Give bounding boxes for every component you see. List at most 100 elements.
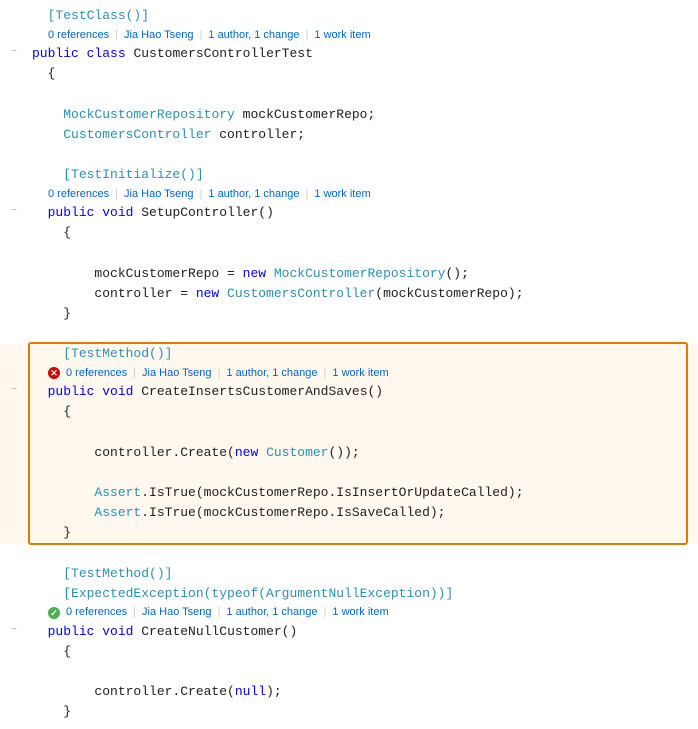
- code-line-l29: [TestMethod()]: [0, 564, 698, 584]
- gutter: [0, 423, 28, 424]
- gutter: [0, 584, 28, 585]
- gutter: [0, 223, 28, 224]
- gutter: [0, 702, 28, 703]
- code-content: {: [28, 402, 698, 422]
- gutter: [0, 642, 28, 643]
- code-content: {: [28, 223, 698, 243]
- code-line-l25: Assert.IsTrue(mockCustomerRepo.IsInsertO…: [0, 483, 698, 503]
- code-line-l23: controller.Create(new Customer());: [0, 443, 698, 463]
- code-lens-l19: ✕ 0 references | Jia Hao Tseng | 1 author, 1 …: [0, 364, 698, 382]
- code-line-l9: [TestInitialize()]: [0, 165, 698, 185]
- code-content: controller = new CustomersController(moc…: [28, 284, 698, 304]
- lens-changes[interactable]: 1 author, 1 change: [226, 365, 317, 382]
- code-line-l18: [TestMethod()]: [0, 344, 698, 364]
- code-content: [28, 324, 698, 344]
- collapse-button[interactable]: −: [6, 623, 22, 639]
- lens-refs[interactable]: 0 references: [48, 27, 109, 44]
- error-icon: ✕: [48, 367, 60, 379]
- gutter: [0, 284, 28, 285]
- code-content: MockCustomerRepository mockCustomerRepo;: [28, 105, 698, 125]
- lens-workitem[interactable]: 1 work item: [314, 27, 370, 44]
- lens-author[interactable]: Jia Hao Tseng: [142, 604, 212, 621]
- code-line-l21: {: [0, 402, 698, 422]
- code-line-l30: [ExpectedException(typeof(ArgumentNullEx…: [0, 584, 698, 604]
- lens-workitem[interactable]: 1 work item: [332, 365, 388, 382]
- code-content: Assert.IsTrue(mockCustomerRepo.IsInsertO…: [28, 483, 698, 503]
- collapse-button[interactable]: −: [6, 204, 22, 220]
- code-content: [28, 662, 698, 682]
- gutter: [0, 324, 28, 325]
- gutter: −: [0, 382, 28, 399]
- lens-changes[interactable]: 1 author, 1 change: [208, 186, 299, 203]
- code-content: controller.Create(new Customer());: [28, 443, 698, 463]
- lens-refs[interactable]: 0 references: [66, 365, 127, 382]
- code-content: [TestMethod()]: [28, 564, 698, 584]
- gutter: [0, 402, 28, 403]
- code-line-l24: [0, 463, 698, 483]
- lens-separator: |: [133, 604, 136, 621]
- lens-changes[interactable]: 1 author, 1 change: [226, 604, 317, 621]
- lens-separator: |: [200, 186, 203, 203]
- lens-separator: |: [115, 27, 118, 44]
- lens-separator: |: [200, 27, 203, 44]
- lens-refs[interactable]: 0 references: [48, 186, 109, 203]
- lens-separator: |: [218, 604, 221, 621]
- gutter: [0, 443, 28, 444]
- gutter: −: [0, 622, 28, 639]
- gutter: [0, 543, 28, 544]
- code-line-l5: [0, 84, 698, 104]
- lens-changes[interactable]: 1 author, 1 change: [208, 27, 299, 44]
- lens-separator: |: [324, 604, 327, 621]
- code-content: [28, 243, 698, 263]
- code-content: [TestMethod()]: [28, 344, 698, 364]
- collapse-button[interactable]: −: [6, 383, 22, 399]
- code-content: [28, 463, 698, 483]
- collapse-button[interactable]: −: [6, 45, 22, 61]
- code-content: public void CreateNullCustomer(): [28, 622, 698, 642]
- lens-refs[interactable]: 0 references: [66, 604, 127, 621]
- code-content: }: [28, 702, 698, 722]
- code-content: [ExpectedException(typeof(ArgumentNullEx…: [28, 584, 698, 604]
- ok-icon: ✓: [48, 607, 60, 619]
- code-line-l6: MockCustomerRepository mockCustomerRepo;: [0, 105, 698, 125]
- code-content: }: [28, 523, 698, 543]
- code-line-l20: − public void CreateInsertsCustomerAndSa…: [0, 382, 698, 402]
- gutter: [0, 145, 28, 146]
- code-content: }: [28, 304, 698, 324]
- code-lens-l31: ✓ 0 references | Jia Hao Tseng | 1 author, 1 …: [0, 604, 698, 622]
- code-content: [28, 423, 698, 443]
- lens-author[interactable]: Jia Hao Tseng: [124, 27, 194, 44]
- code-line-l34: [0, 662, 698, 682]
- gutter: [0, 243, 28, 244]
- gutter: [0, 264, 28, 265]
- code-line-l27: }: [0, 523, 698, 543]
- lens-author[interactable]: Jia Hao Tseng: [142, 365, 212, 382]
- gutter: [0, 564, 28, 565]
- lens-author[interactable]: Jia Hao Tseng: [124, 186, 194, 203]
- code-line-l15: controller = new CustomersController(moc…: [0, 284, 698, 304]
- gutter: [0, 463, 28, 464]
- gutter: [0, 6, 28, 7]
- code-line-l4: {: [0, 64, 698, 84]
- code-line-l35: controller.Create(null);: [0, 682, 698, 702]
- code-line-l17: [0, 324, 698, 344]
- lens-workitem[interactable]: 1 work item: [314, 186, 370, 203]
- code-line-l33: {: [0, 642, 698, 662]
- lens-separator: |: [306, 186, 309, 203]
- code-line-l28: [0, 543, 698, 563]
- lens-separator: |: [115, 186, 118, 203]
- code-line-l1: [TestClass()]: [0, 6, 698, 26]
- code-line-l3: −public class CustomersControllerTest: [0, 44, 698, 64]
- code-line-l32: − public void CreateNullCustomer(): [0, 622, 698, 642]
- code-line-l12: {: [0, 223, 698, 243]
- code-content: CustomersController controller;: [28, 125, 698, 145]
- lens-workitem[interactable]: 1 work item: [332, 604, 388, 621]
- lens-separator: |: [306, 27, 309, 44]
- code-line-l26: Assert.IsTrue(mockCustomerRepo.IsSaveCal…: [0, 503, 698, 523]
- gutter: [0, 165, 28, 166]
- gutter: [0, 682, 28, 683]
- gutter: [0, 105, 28, 106]
- code-lens-l10: 0 references | Jia Hao Tseng | 1 author, 1 c…: [0, 185, 698, 203]
- lens-separator: |: [218, 365, 221, 382]
- lens-separator: |: [133, 365, 136, 382]
